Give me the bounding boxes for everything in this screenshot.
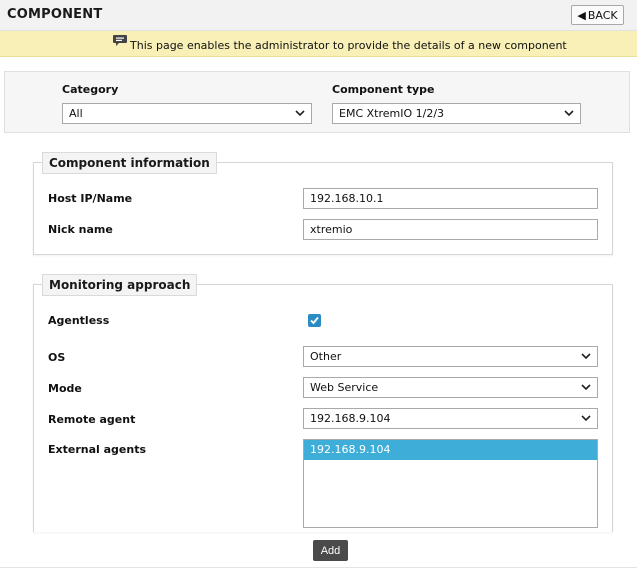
component-type-select-value: EMC XtremIO 1/2/3 (339, 107, 445, 120)
chevron-down-icon (564, 110, 574, 117)
category-select-value: All (69, 107, 83, 120)
os-label: OS (48, 351, 66, 364)
mode-select-value: Web Service (310, 381, 379, 394)
chevron-down-icon (295, 110, 305, 117)
mode-label: Mode (48, 382, 82, 395)
add-button[interactable]: Add (313, 540, 348, 561)
nick-name-input[interactable]: xtremio (303, 219, 598, 240)
external-agent-option[interactable]: 192.168.9.104 (304, 440, 597, 460)
chevron-down-icon (581, 415, 591, 422)
chevron-down-icon (581, 384, 591, 391)
mode-select[interactable]: Web Service (303, 377, 598, 398)
component-type-select[interactable]: EMC XtremIO 1/2/3 (332, 103, 581, 124)
info-bar: This page enables the administrator to p… (0, 31, 637, 57)
chevron-down-icon (581, 353, 591, 360)
page-title: COMPONENT (7, 7, 103, 22)
os-select[interactable]: Other (303, 346, 598, 367)
external-agents-listbox[interactable]: 192.168.9.104 (303, 439, 598, 528)
back-arrow-icon: ◀ (577, 8, 586, 22)
remote-agent-select-value: 192.168.9.104 (310, 412, 391, 425)
back-button-label: BACK (587, 8, 618, 22)
title-bar: COMPONENT ◀ BACK (0, 0, 637, 31)
agentless-label: Agentless (48, 314, 110, 327)
agentless-checkbox[interactable] (308, 314, 321, 327)
speech-bubble-icon (113, 35, 127, 46)
category-panel: Category All Component type EMC XtremIO … (4, 71, 630, 133)
category-label: Category (62, 83, 119, 96)
nick-name-label: Nick name (48, 223, 113, 236)
component-information-legend: Component information (42, 152, 217, 174)
remote-agent-label: Remote agent (48, 413, 136, 426)
check-icon (310, 316, 319, 325)
os-select-value: Other (310, 350, 342, 363)
host-label: Host IP/Name (48, 192, 133, 205)
host-input[interactable]: 192.168.10.1 (303, 188, 598, 209)
external-agents-label: External agents (48, 443, 147, 456)
component-type-label: Component type (332, 83, 435, 96)
remote-agent-select[interactable]: 192.168.9.104 (303, 408, 598, 429)
info-message: This page enables the administrator to p… (130, 39, 567, 52)
bottom-divider (0, 567, 637, 568)
category-select[interactable]: All (62, 103, 312, 124)
back-button[interactable]: ◀ BACK (571, 5, 624, 25)
monitoring-approach-legend: Monitoring approach (42, 274, 198, 296)
